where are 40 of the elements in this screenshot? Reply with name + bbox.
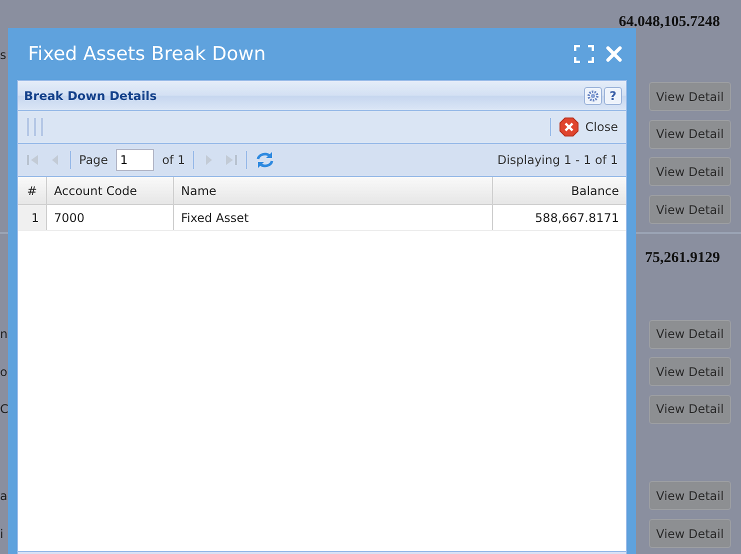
maximize-icon[interactable] <box>574 45 594 63</box>
row-number: 1 <box>18 205 47 230</box>
column-header[interactable]: Name <box>174 177 493 204</box>
view-detail-button[interactable]: View Detail <box>649 157 731 186</box>
column-header[interactable]: Account Code <box>47 177 174 204</box>
help-button[interactable]: ? <box>604 86 622 104</box>
close-button[interactable]: Close <box>559 117 618 137</box>
row-label: i <box>0 526 4 541</box>
view-detail-button[interactable]: View Detail <box>649 320 731 349</box>
row-label: a <box>0 488 8 503</box>
refresh-icon[interactable] <box>255 151 276 169</box>
total-amount: 75,261.9129 <box>645 250 720 267</box>
column-header[interactable]: Balance <box>493 177 626 204</box>
view-detail-button[interactable]: View Detail <box>649 195 731 224</box>
total-amount: 64.048,105.7248 <box>618 14 720 30</box>
close-icon[interactable] <box>606 46 622 62</box>
page-number-field[interactable]: 1 <box>116 149 154 171</box>
row-label: C <box>0 402 8 416</box>
panel-title: Break Down Details <box>24 88 158 102</box>
window-title: Fixed Assets Break Down <box>28 43 267 65</box>
view-detail-button[interactable]: View Detail <box>649 357 731 386</box>
view-detail-button[interactable]: View Detail <box>649 481 731 510</box>
table-cell: 7000 <box>47 205 174 230</box>
column-header[interactable]: # <box>18 177 47 204</box>
row-label: o <box>0 364 8 379</box>
view-detail-button[interactable]: View Detail <box>649 120 731 149</box>
paging-status: Displaying 1 - 1 of 1 <box>497 153 618 167</box>
row-label: n <box>0 327 8 342</box>
page-count: of 1 <box>162 153 186 167</box>
page-label: Page <box>79 153 108 167</box>
settings-button[interactable] <box>584 86 602 104</box>
gear-icon <box>587 90 599 102</box>
close-icon <box>559 117 580 137</box>
view-detail-button[interactable]: View Detail <box>649 394 731 424</box>
table-cell-text: 588,667.8171 <box>534 210 620 226</box>
view-detail-button[interactable]: View Detail <box>649 519 731 548</box>
row-label: s <box>0 48 6 62</box>
grip-icon <box>26 118 46 136</box>
table-cell: Fixed Asset <box>174 205 493 230</box>
view-detail-button[interactable]: View Detail <box>649 82 731 112</box>
